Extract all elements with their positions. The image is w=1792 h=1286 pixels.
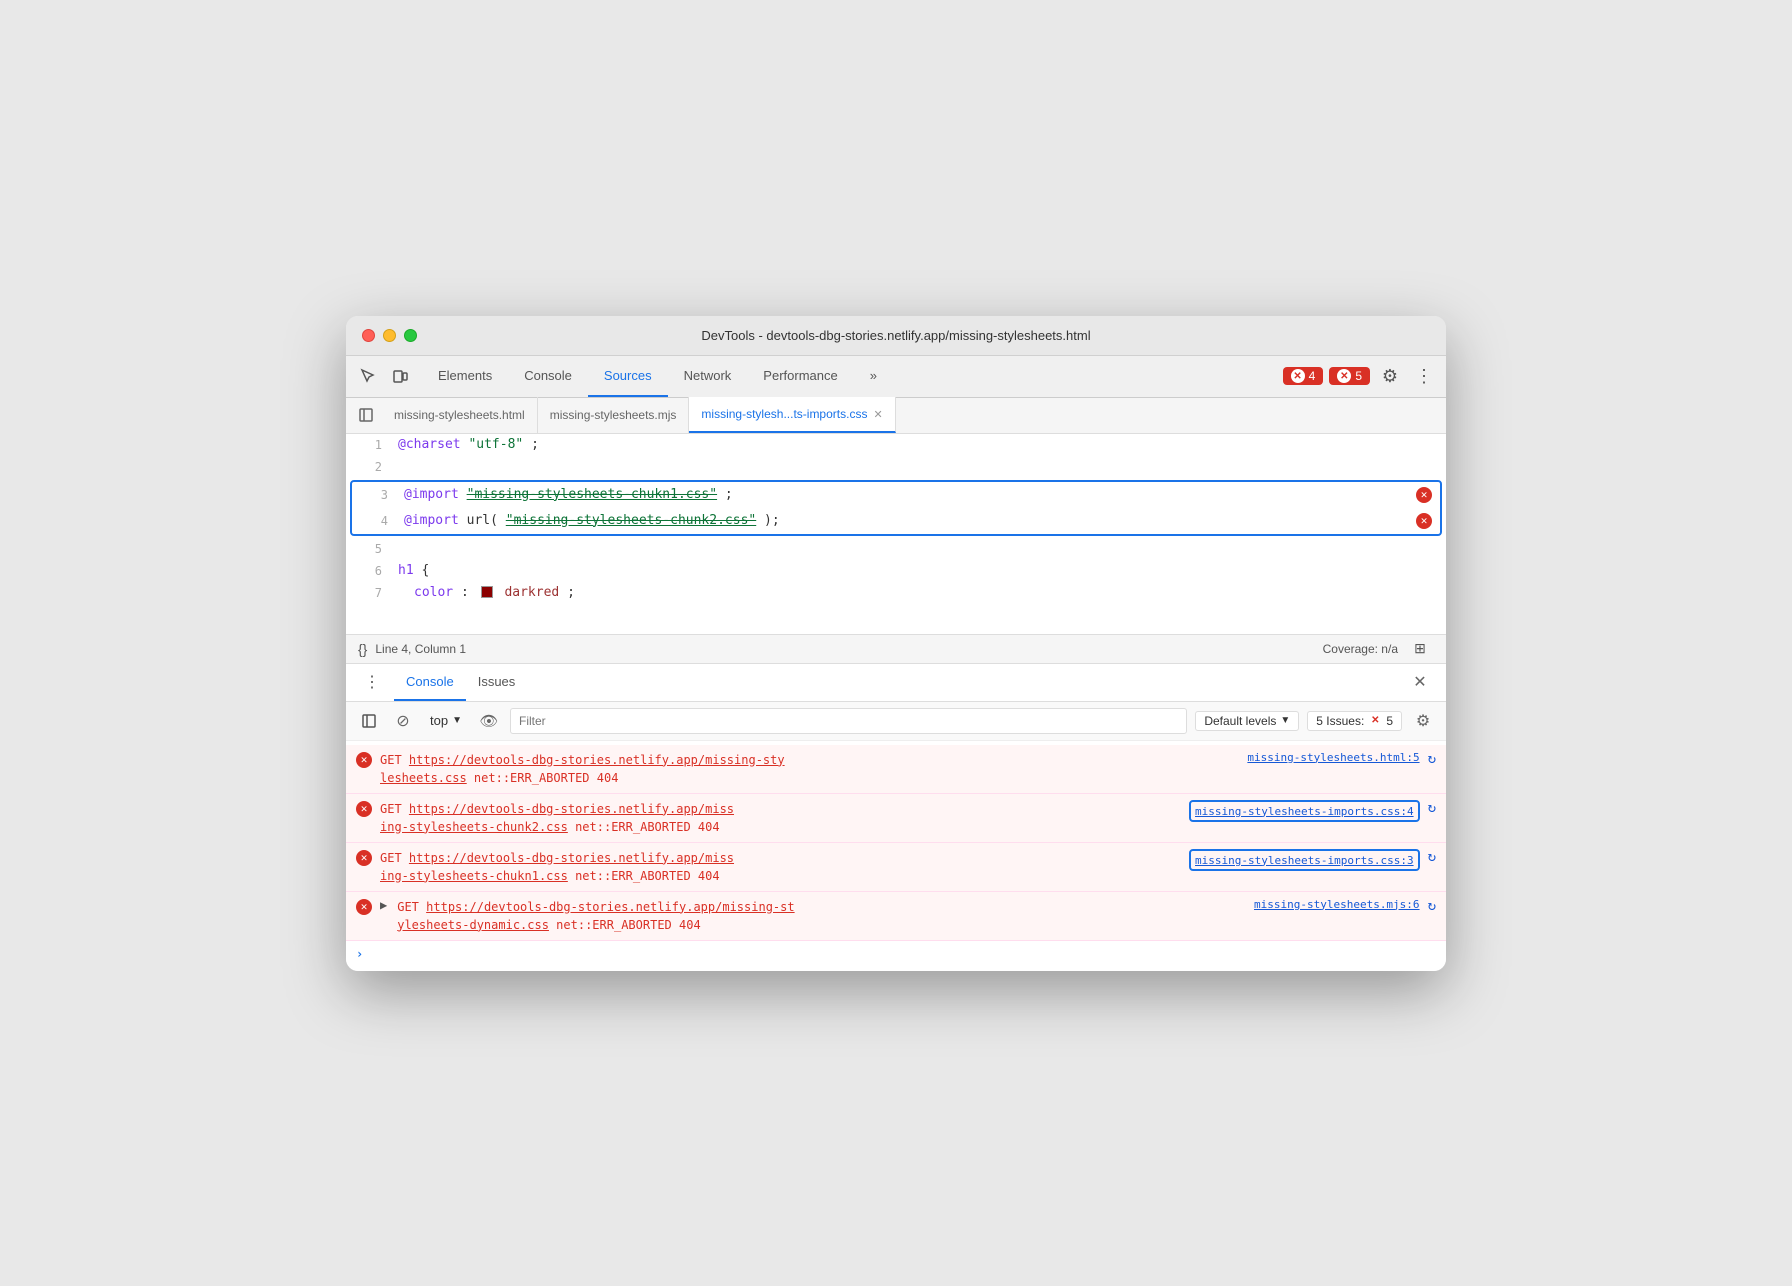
error-source-4: missing-stylesheets.mjs:6 ↻ (1254, 898, 1436, 914)
error-text-3: GET https://devtools-dbg-stories.netlify… (380, 849, 1181, 885)
error-icon-1: ✕ (1291, 369, 1305, 383)
tab-network[interactable]: Network (668, 355, 748, 397)
error-badge-2[interactable]: ✕ 5 (1329, 367, 1370, 385)
file-tab-css[interactable]: missing-stylesh...ts-imports.css ✕ (689, 397, 895, 433)
console-close-button[interactable]: ✕ (1406, 668, 1434, 696)
file-tabs-bar: missing-stylesheets.html missing-stylesh… (346, 398, 1446, 434)
error-text-1: GET https://devtools-dbg-stories.netlify… (380, 751, 1239, 787)
minimize-button[interactable] (383, 329, 396, 342)
inspect-icon[interactable] (354, 362, 382, 390)
window-title: DevTools - devtools-dbg-stories.netlify.… (701, 328, 1090, 343)
color-swatch-darkred[interactable] (481, 586, 493, 598)
reload-icon-2[interactable]: ↻ (1428, 800, 1436, 816)
code-line-2: 2 (346, 456, 1446, 478)
console-error-4: ✕ ▶ GET https://devtools-dbg-stories.net… (346, 892, 1446, 941)
tab-more[interactable]: » (854, 355, 893, 397)
status-left: {} Line 4, Column 1 (358, 641, 466, 657)
context-selector[interactable]: top ▼ (424, 711, 468, 730)
coverage-icon[interactable]: ⊞ (1406, 635, 1434, 663)
code-line-6: 6 h1 { (346, 560, 1446, 582)
error-icon-2: ✕ (1337, 369, 1351, 383)
console-error-2: ✕ GET https://devtools-dbg-stories.netli… (346, 794, 1446, 843)
issues-count-badge[interactable]: 5 Issues: ✕ 5 (1307, 711, 1402, 731)
sidebar-panel-icon[interactable] (356, 708, 382, 734)
format-icon[interactable]: {} (358, 641, 367, 657)
source-link-1[interactable]: missing-stylesheets.html:5 (1247, 751, 1419, 764)
sidebar-toggle-icon[interactable] (354, 403, 378, 427)
file-tab-html[interactable]: missing-stylesheets.html (382, 397, 538, 433)
devtools-tab-bar: Elements Console Sources Network Perform… (346, 356, 1446, 398)
chevron-down-icon: ▼ (452, 715, 462, 726)
source-link-2[interactable]: missing-stylesheets-imports.css:4 (1195, 805, 1414, 818)
prompt-arrow: › (356, 947, 363, 961)
code-line-7: 7 color : darkred ; (346, 582, 1446, 604)
error-badge-1[interactable]: ✕ 4 (1283, 367, 1324, 385)
error-text-2: GET https://devtools-dbg-stories.netlify… (380, 800, 1181, 836)
error-text-4: GET https://devtools-dbg-stories.netlify… (397, 898, 1246, 934)
console-error-1: ✕ GET https://devtools-dbg-stories.netli… (346, 745, 1446, 794)
clear-console-icon[interactable]: ⊘ (390, 708, 416, 734)
issues-error-icon: ✕ (1368, 714, 1382, 728)
coverage-status: Coverage: n/a (1323, 642, 1398, 656)
error-icon-msg-2: ✕ (356, 801, 372, 817)
error-source-1: missing-stylesheets.html:5 ↻ (1247, 751, 1436, 767)
console-settings-icon[interactable]: ⚙ (1410, 708, 1436, 734)
chevron-down-icon-levels: ▼ (1280, 715, 1290, 726)
error-source-2: missing-stylesheets-imports.css:4 ↻ (1189, 800, 1436, 822)
error-icon-msg-1: ✕ (356, 752, 372, 768)
maximize-button[interactable] (404, 329, 417, 342)
settings-icon[interactable]: ⚙ (1376, 362, 1404, 390)
source-highlight-3: missing-stylesheets-imports.css:3 (1189, 849, 1420, 871)
console-panel: ⋮ Console Issues ✕ ⊘ top ▼ 👁 (346, 664, 1446, 971)
tab-elements[interactable]: Elements (422, 355, 508, 397)
code-line-3: 3 @import "missing-stylesheets-chukn1.cs… (352, 482, 1440, 508)
console-filter-input[interactable] (510, 708, 1187, 734)
source-link-4[interactable]: missing-stylesheets.mjs:6 (1254, 898, 1420, 911)
console-messages: ✕ GET https://devtools-dbg-stories.netli… (346, 741, 1446, 971)
source-highlight-2: missing-stylesheets-imports.css:4 (1189, 800, 1420, 822)
cursor-position: Line 4, Column 1 (375, 642, 466, 656)
tab-issues[interactable]: Issues (466, 663, 528, 701)
status-bar: {} Line 4, Column 1 Coverage: n/a ⊞ (346, 634, 1446, 664)
expand-arrow-4[interactable]: ▶ (380, 898, 387, 912)
status-right: Coverage: n/a ⊞ (1323, 635, 1434, 663)
error-badges: ✕ 4 ✕ 5 ⚙ ⋮ (1283, 362, 1438, 390)
tab-sources[interactable]: Sources (588, 355, 668, 397)
title-bar: DevTools - devtools-dbg-stories.netlify.… (346, 316, 1446, 356)
error-icon-msg-4: ✕ (356, 899, 372, 915)
console-sidebar-icon[interactable]: ⋮ (358, 668, 386, 696)
tab-console[interactable]: Console (508, 355, 588, 397)
file-tab-close-icon[interactable]: ✕ (873, 408, 882, 421)
code-line-1: 1 @charset "utf-8" ; (346, 434, 1446, 456)
error-indicator-3: ✕ (1416, 487, 1432, 503)
code-editor: 1 @charset "utf-8" ; 2 3 @import "missin… (346, 434, 1446, 634)
source-link-3[interactable]: missing-stylesheets-imports.css:3 (1195, 854, 1414, 867)
error-indicator-4: ✕ (1416, 513, 1432, 529)
console-toolbar: ⊘ top ▼ 👁 Default levels ▼ 5 Issues: ✕ 5… (346, 702, 1446, 741)
log-levels-dropdown[interactable]: Default levels ▼ (1195, 711, 1299, 731)
traffic-lights (362, 329, 417, 342)
devtools-window: DevTools - devtools-dbg-stories.netlify.… (346, 316, 1446, 971)
error-source-3: missing-stylesheets-imports.css:3 ↻ (1189, 849, 1436, 871)
device-toolbar-icon[interactable] (386, 362, 414, 390)
tab-console-inner[interactable]: Console (394, 663, 466, 701)
import-error-block: 3 @import "missing-stylesheets-chukn1.cs… (350, 480, 1442, 536)
tab-performance[interactable]: Performance (747, 355, 853, 397)
console-error-3: ✕ GET https://devtools-dbg-stories.netli… (346, 843, 1446, 892)
code-line-4: 4 @import url( "missing-stylesheets-chun… (352, 508, 1440, 534)
eye-icon[interactable]: 👁 (476, 708, 502, 734)
reload-icon-1[interactable]: ↻ (1428, 751, 1436, 767)
reload-icon-3[interactable]: ↻ (1428, 849, 1436, 865)
reload-icon-4[interactable]: ↻ (1428, 898, 1436, 914)
code-line-5: 5 (346, 538, 1446, 560)
file-tab-mjs[interactable]: missing-stylesheets.mjs (538, 397, 690, 433)
console-prompt: › (346, 941, 1446, 967)
close-button[interactable] (362, 329, 375, 342)
toolbar-icons (354, 362, 414, 390)
console-tabs-row: ⋮ Console Issues ✕ (346, 664, 1446, 702)
more-options-icon[interactable]: ⋮ (1410, 362, 1438, 390)
error-icon-msg-3: ✕ (356, 850, 372, 866)
